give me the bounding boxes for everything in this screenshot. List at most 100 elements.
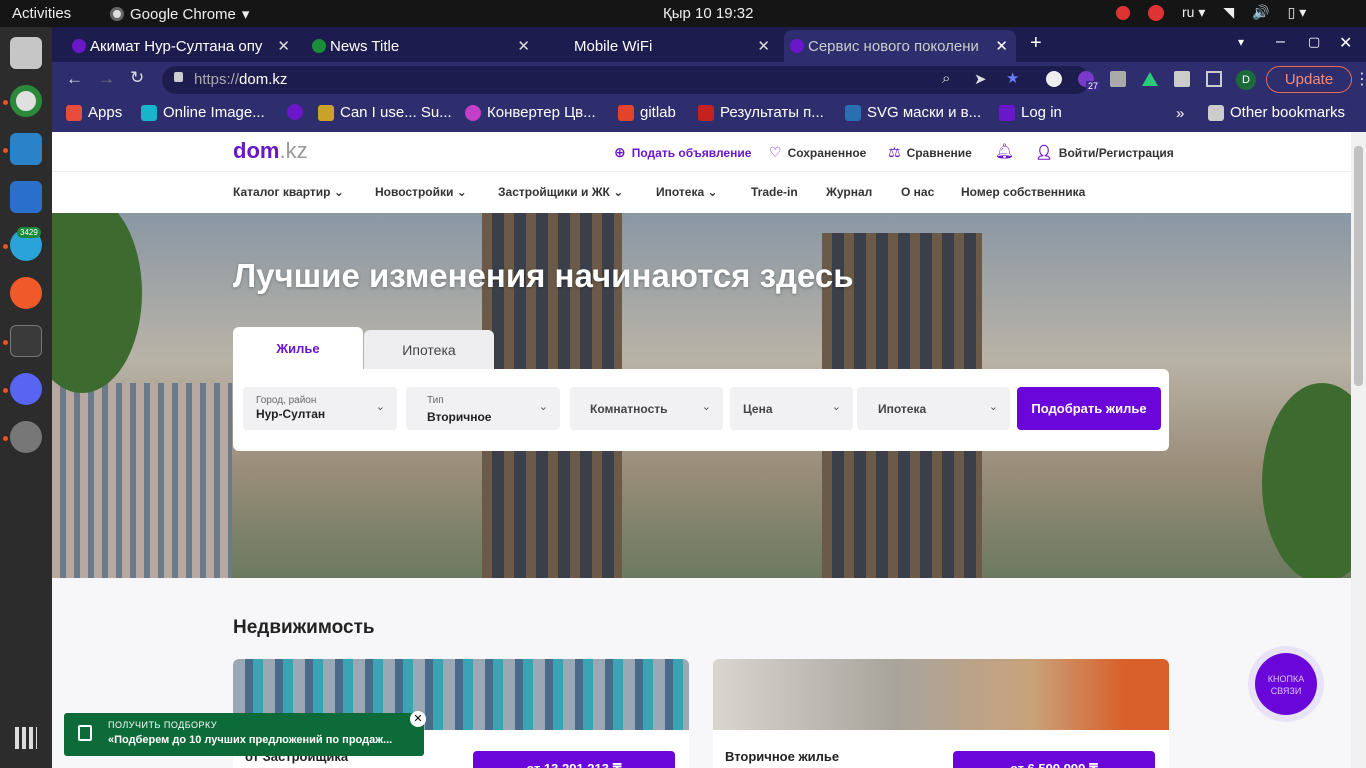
chrome-dock-icon[interactable] (10, 85, 42, 117)
volume-icon[interactable]: 🔊 (1252, 4, 1269, 21)
bookmark-login[interactable]: Log in (999, 104, 1062, 121)
nav-trade-in[interactable]: Trade-in (751, 185, 798, 199)
profile-avatar[interactable]: D (1236, 70, 1256, 90)
other-bookmarks[interactable]: Other bookmarks (1208, 104, 1345, 121)
do-not-disturb-icon[interactable] (1148, 4, 1164, 21)
wifi-icon[interactable]: ◥ (1223, 4, 1234, 21)
menu-icon[interactable]: ⋮ (1354, 69, 1366, 89)
tab-dom-kz[interactable]: Сервис нового поколени ✕ (784, 30, 1016, 62)
update-button[interactable]: Update (1266, 66, 1352, 93)
nav-journal[interactable]: Журнал (826, 185, 872, 199)
property-card-secondary[interactable]: Вторичное жилье от 6 599 999 ₸ (713, 659, 1169, 768)
bookmark-gitlab[interactable]: gitlab (618, 104, 676, 121)
card-price-button[interactable]: от 6 599 999 ₸ (953, 751, 1155, 768)
language-indicator[interactable]: ru ▾ (1182, 4, 1205, 21)
close-icon[interactable]: ✕ (410, 711, 426, 727)
close-tab-icon[interactable]: ✕ (757, 37, 770, 55)
activities-button[interactable]: Activities (12, 5, 71, 22)
settings-icon[interactable] (10, 421, 42, 453)
bell-icon[interactable]: 🔔︎ (995, 142, 1014, 160)
clock[interactable]: Қыр 10 19:32 (663, 5, 753, 22)
bookmark-color-converter[interactable]: Конвертер Цв... (465, 104, 596, 121)
record-icon[interactable] (1116, 5, 1130, 20)
rooms-select[interactable]: Комнатность ⌄ (570, 387, 723, 430)
compare-link[interactable]: ⚖ Сравнение (888, 144, 972, 161)
nav-mortgage[interactable]: Ипотека ⌄ (656, 185, 718, 199)
files-icon[interactable] (10, 37, 42, 69)
close-tab-icon[interactable]: ✕ (517, 37, 530, 55)
nav-new-buildings[interactable]: Новостройки ⌄ (375, 185, 467, 199)
bookmark-dom[interactable] (287, 104, 303, 120)
extension-icon[interactable] (1046, 71, 1062, 87)
vscode-icon[interactable] (10, 133, 42, 165)
site-favicon-icon (287, 104, 303, 120)
tab-title: Акимат Нур-Султана опу (90, 37, 263, 55)
close-window-icon[interactable]: ✕ (1339, 33, 1352, 53)
saved-link[interactable]: ♡ Сохраненное (769, 144, 866, 161)
login-link[interactable]: 👤︎ Войти/Регистрация (1035, 144, 1174, 161)
terminal-icon[interactable] (10, 325, 42, 357)
section-title: Недвижимость (233, 617, 375, 638)
contact-button[interactable]: КНОПКА СВЯЗИ (1248, 646, 1324, 722)
scrollbar-thumb[interactable] (1354, 146, 1363, 386)
bookmark-star-icon[interactable]: ★ (1006, 69, 1019, 87)
forward-icon[interactable]: → (98, 69, 115, 89)
tab-search-icon[interactable]: ▾ (1238, 35, 1244, 49)
post-ad-link[interactable]: ⊕ Подать объявление (614, 144, 751, 161)
extension-icon[interactable] (1110, 71, 1126, 87)
mortgage-select[interactable]: Ипотека ⌄ (857, 387, 1010, 430)
tab-news[interactable]: News Title ✕ (306, 30, 538, 62)
send-icon[interactable]: ➤ (974, 70, 987, 88)
bookmark-gmail[interactable]: Результаты п... (698, 104, 824, 121)
side-panel-icon[interactable] (1206, 71, 1222, 87)
address-bar[interactable]: https://dom.kz ⌕ ➤ ★ (162, 66, 1090, 94)
site-logo[interactable]: dom.kz (233, 138, 308, 164)
minimize-icon[interactable]: – (1276, 33, 1285, 51)
nav-owner-number[interactable]: Номер собственника (961, 185, 1085, 199)
bookmark-svg[interactable]: SVG маски и в... (845, 104, 981, 121)
app-grid-icon[interactable] (15, 727, 37, 749)
app-menu[interactable]: Google Chrome ▾ (110, 5, 249, 23)
zoom-icon[interactable]: ⌕ (942, 70, 950, 87)
bookmark-online-image[interactable]: Online Image... (141, 104, 265, 121)
chevron-down-icon: ▾ (241, 6, 250, 23)
bookmark-apps[interactable]: Apps (66, 104, 122, 121)
bookmark-caniuse[interactable]: Can I use... Su... (318, 104, 452, 121)
tab-mortgage[interactable]: Ипотека (364, 330, 494, 369)
pen-tool-icon[interactable] (10, 277, 42, 309)
new-tab-icon[interactable]: + (1030, 32, 1042, 55)
document-icon (78, 725, 92, 741)
document-icon[interactable] (10, 181, 42, 213)
tab-mobile-wifi[interactable]: Mobile WiFi ✕ (546, 30, 778, 62)
nav-catalog[interactable]: Каталог квартир ⌄ (233, 185, 344, 199)
reload-icon[interactable]: ↻ (130, 68, 144, 88)
nav-developers[interactable]: Застройщики и ЖК ⌄ (498, 185, 623, 199)
price-label: Цена (743, 402, 773, 416)
battery-icon[interactable]: ▯ ▾ (1288, 4, 1307, 21)
bookmark-label: Apps (88, 104, 123, 121)
extension-icon[interactable] (1142, 72, 1158, 86)
toast-title: ПОЛУЧИТЬ ПОДБОРКУ (108, 720, 218, 730)
hero-tree-image (1262, 383, 1351, 578)
card-price-button[interactable]: от 13 291 213 ₸ (473, 751, 675, 768)
page-scrollbar[interactable] (1351, 132, 1366, 768)
type-select[interactable]: Тип Вторичное ⌄ (406, 387, 560, 430)
maximize-icon[interactable]: ▢ (1308, 34, 1320, 50)
tab-housing[interactable]: Жилье (233, 327, 363, 369)
city-select[interactable]: Город, район Нур-Султан ⌄ (243, 387, 397, 430)
price-select[interactable]: Цена ⌄ (730, 387, 853, 430)
discord-icon[interactable] (10, 373, 42, 405)
tab-akimat[interactable]: Акимат Нур-Султана опу ✕ (66, 30, 298, 62)
bookmark-label: Other bookmarks (1230, 104, 1346, 121)
puzzle-icon[interactable] (1174, 71, 1190, 87)
nav-about[interactable]: О нас (901, 185, 934, 199)
bookmarks-bar: Apps Online Image... Can I use... Su... … (52, 98, 1366, 132)
more-bookmarks-icon[interactable]: » (1176, 105, 1184, 122)
find-housing-button[interactable]: Подобрать жилье (1017, 387, 1161, 430)
selection-toast[interactable]: ПОЛУЧИТЬ ПОДБОРКУ «Подберем до 10 лучших… (64, 711, 426, 756)
leaf-icon (312, 39, 326, 53)
close-tab-icon[interactable]: ✕ (277, 37, 290, 55)
hero-title: Лучшие изменения начинаются здесь (233, 257, 854, 294)
back-icon[interactable]: ← (66, 69, 83, 89)
close-tab-icon[interactable]: ✕ (995, 37, 1008, 55)
